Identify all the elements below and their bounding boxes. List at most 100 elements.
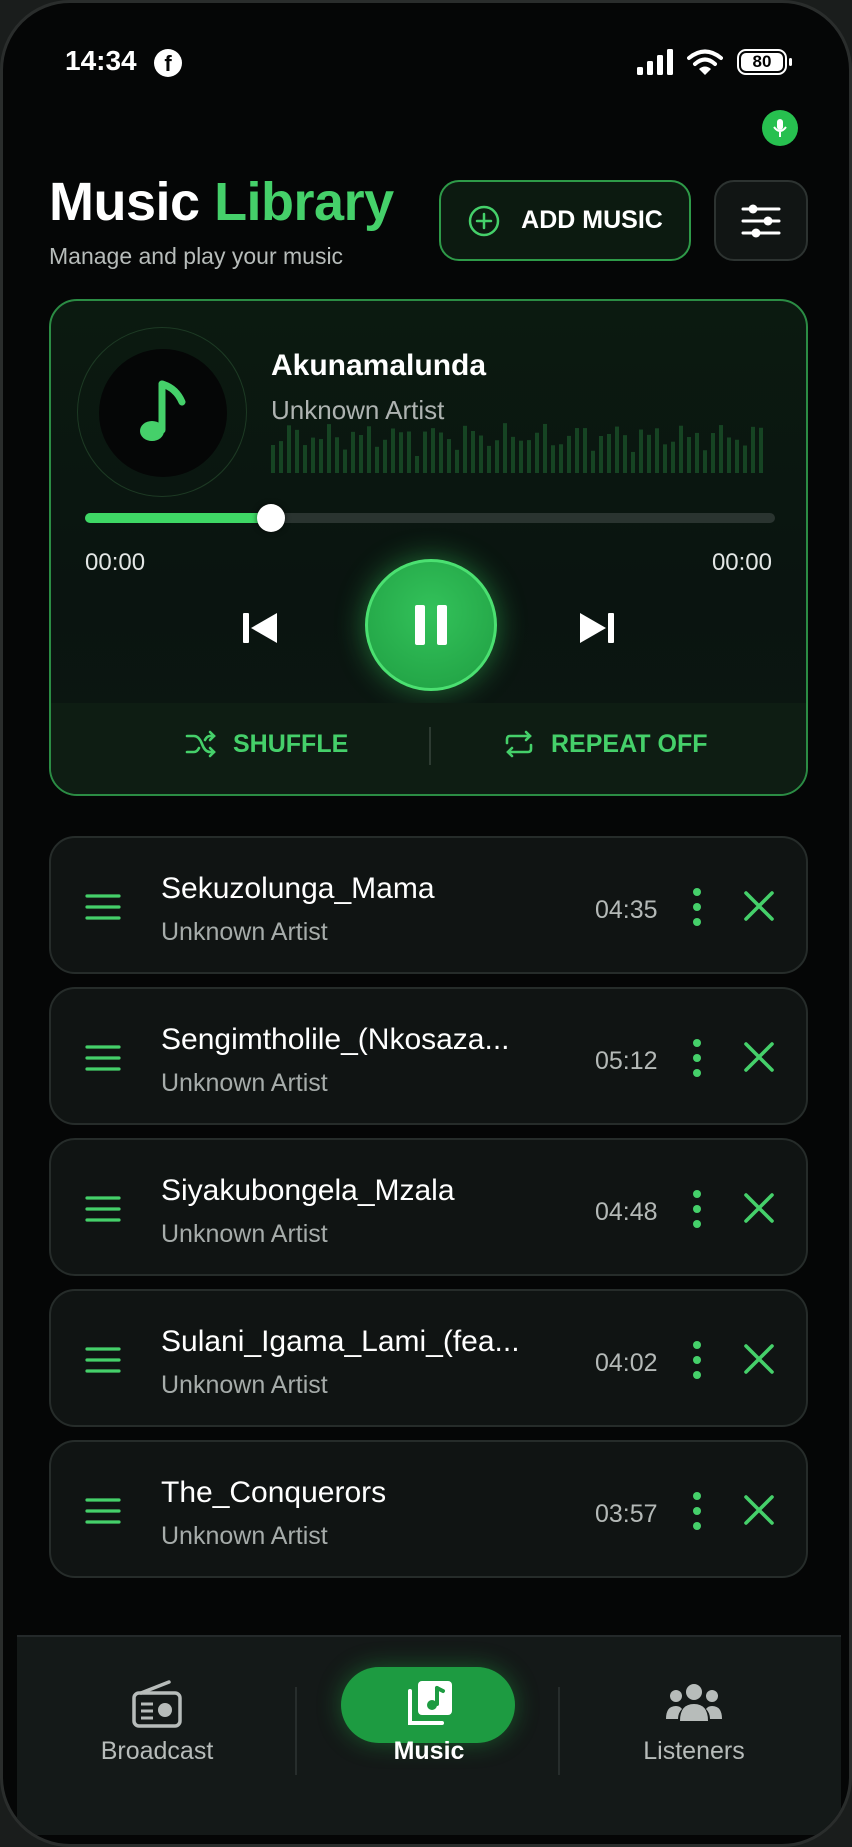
remove-track-icon[interactable] (741, 1039, 777, 1075)
battery-icon: 80 (737, 49, 792, 75)
nav-broadcast[interactable]: Broadcast (27, 1637, 287, 1837)
visualizer-bar (303, 445, 307, 473)
visualizer-bar (639, 429, 643, 473)
track-row[interactable]: Sengimtholile_(Nkosaza... Unknown Artist… (49, 987, 808, 1125)
drag-handle-icon[interactable] (85, 1194, 121, 1224)
visualizer-bar (279, 441, 283, 473)
visualizer-bar (495, 440, 499, 473)
visualizer-bar (711, 433, 715, 473)
more-options-icon[interactable] (689, 1492, 705, 1530)
drag-handle-icon[interactable] (85, 1345, 121, 1375)
remove-track-icon[interactable] (741, 1492, 777, 1528)
nav-broadcast-label: Broadcast (100, 1737, 214, 1765)
visualizer-bar (375, 446, 379, 473)
visualizer-bar (367, 426, 371, 473)
track-name: The_Conquerors (161, 1476, 387, 1509)
track-name: Siyakubongela_Mzala (161, 1174, 455, 1207)
visualizer-bar (423, 431, 427, 473)
previous-button[interactable] (237, 605, 283, 651)
bottom-navigation: Broadcast Music Listeners (17, 1635, 841, 1835)
visualizer-bar (463, 425, 467, 473)
status-bar: 14:34 f 80 (3, 3, 849, 113)
title-accent: Library (214, 172, 394, 232)
track-duration: 05:12 (595, 1047, 658, 1075)
visualizer-bar (735, 439, 739, 473)
visualizer-bar (471, 430, 475, 473)
repeat-button[interactable]: REPEAT OFF (503, 729, 707, 759)
options-divider (429, 727, 431, 765)
track-row[interactable]: Siyakubongela_Mzala Unknown Artist 04:48 (49, 1138, 808, 1276)
visualizer-bar (623, 435, 627, 473)
now-playing-card: Akunamalunda Unknown Artist 00:00 00:00 (49, 299, 808, 796)
radio-icon (132, 1680, 182, 1728)
progress-bar[interactable] (85, 504, 775, 532)
visualizer-bar (655, 428, 659, 473)
add-music-button[interactable]: ADD MUSIC (439, 180, 691, 261)
more-options-icon[interactable] (689, 888, 705, 926)
track-artist: Unknown Artist (161, 1220, 328, 1248)
visualizer-bar (383, 439, 387, 473)
shuffle-label: SHUFFLE (233, 729, 349, 758)
progress-knob[interactable] (257, 504, 286, 532)
visualizer-bar (679, 425, 683, 473)
visualizer-bar (391, 428, 395, 473)
next-button[interactable] (574, 605, 620, 651)
track-row[interactable]: Sekuzolunga_Mama Unknown Artist 04:35 (49, 836, 808, 974)
visualizer-bar (271, 445, 275, 473)
visualizer-bar (287, 425, 291, 473)
audio-visualizer (271, 423, 763, 473)
nav-listeners[interactable]: Listeners (564, 1637, 824, 1837)
more-options-icon[interactable] (689, 1190, 705, 1228)
drag-handle-icon[interactable] (85, 1496, 121, 1526)
visualizer-bar (343, 449, 347, 473)
track-artist: Unknown Artist (161, 918, 328, 946)
signal-icon (637, 49, 673, 75)
visualizer-bar (591, 450, 595, 473)
drag-handle-icon[interactable] (85, 892, 121, 922)
visualizer-bar (399, 432, 403, 473)
visualizer-bar (479, 435, 483, 473)
track-row[interactable]: The_Conquerors Unknown Artist 03:57 (49, 1440, 808, 1578)
player-options: SHUFFLE REPEAT OFF (51, 703, 806, 794)
total-time: 00:00 (711, 549, 772, 576)
visualizer-bar (359, 434, 363, 473)
visualizer-bar (719, 425, 723, 473)
remove-track-icon[interactable] (741, 1190, 777, 1226)
visualizer-bar (575, 428, 579, 473)
visualizer-bar (511, 436, 515, 473)
track-row[interactable]: Sulani_Igama_Lami_(fea... Unknown Artist… (49, 1289, 808, 1427)
nav-divider (295, 1687, 297, 1775)
visualizer-bar (703, 450, 707, 473)
more-options-icon[interactable] (689, 1039, 705, 1077)
shuffle-button[interactable]: SHUFFLE (185, 729, 348, 759)
remove-track-icon[interactable] (741, 1341, 777, 1377)
visualizer-bar (743, 445, 747, 473)
visualizer-bar (631, 451, 635, 473)
remove-track-icon[interactable] (741, 888, 777, 924)
visualizer-bar (335, 437, 339, 473)
progress-filled (85, 513, 272, 523)
nav-music-label: Music (393, 1737, 465, 1765)
repeat-icon (505, 730, 533, 758)
nav-music[interactable]: Music (299, 1637, 559, 1837)
filter-settings-button[interactable] (714, 180, 808, 261)
track-duration: 04:48 (595, 1198, 658, 1226)
repeat-label: REPEAT OFF (551, 729, 708, 758)
track-name: Sekuzolunga_Mama (161, 872, 435, 905)
visualizer-bar (327, 424, 331, 473)
visualizer-bar (447, 439, 451, 473)
visualizer-bar (551, 445, 555, 473)
drag-handle-icon[interactable] (85, 1043, 121, 1073)
visualizer-bar (567, 435, 571, 473)
album-art (99, 349, 227, 477)
visualizer-bar (559, 444, 563, 473)
now-playing-title: Akunamalunda (271, 349, 487, 382)
more-options-icon[interactable] (689, 1341, 705, 1379)
visualizer-bar (431, 428, 435, 473)
wifi-icon (687, 49, 723, 75)
status-time: 14:34 (65, 45, 137, 76)
title-main: Music (49, 172, 200, 232)
visualizer-bar (319, 439, 323, 473)
pause-button[interactable] (365, 559, 497, 691)
visualizer-bar (487, 445, 491, 473)
